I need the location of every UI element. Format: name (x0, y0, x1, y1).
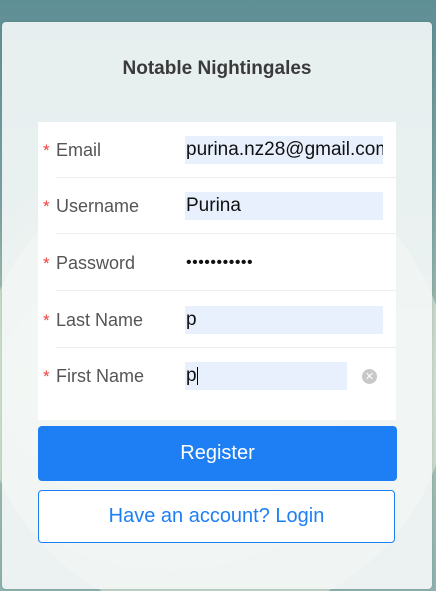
password-field[interactable]: ••••••••••• (185, 249, 383, 277)
last-name-field[interactable] (185, 306, 383, 334)
divider (56, 290, 396, 291)
username-label: Username (56, 196, 140, 216)
clear-icon[interactable]: ✕ (362, 369, 377, 384)
page-title: Notable Nightingales (122, 58, 312, 79)
text-caret (197, 367, 198, 385)
email-label: Email (56, 140, 102, 160)
required-marker: * (43, 254, 50, 273)
email-field[interactable] (185, 136, 383, 164)
form-row-last-name: * Last Name (38, 292, 396, 348)
login-button[interactable]: Have an account? Login (38, 490, 395, 543)
required-marker: * (43, 141, 50, 160)
register-form: * Email * Username * Password ••••••••••… (38, 122, 396, 420)
first-name-value: p (186, 365, 197, 386)
required-marker: * (43, 311, 50, 330)
username-field[interactable] (185, 192, 383, 220)
form-row-first-name: * First Name p ✕ (38, 348, 396, 404)
form-row-email: * Email (38, 122, 396, 178)
required-marker: * (43, 367, 50, 386)
password-label: Password (56, 253, 136, 273)
register-button[interactable]: Register (38, 426, 397, 481)
divider (56, 233, 396, 234)
form-row-username: * Username (38, 178, 396, 234)
form-row-password: * Password ••••••••••• (38, 235, 396, 291)
first-name-field[interactable]: p (185, 362, 347, 390)
first-name-label: First Name (56, 366, 145, 386)
last-name-label: Last Name (56, 310, 144, 330)
required-marker: * (43, 197, 50, 216)
